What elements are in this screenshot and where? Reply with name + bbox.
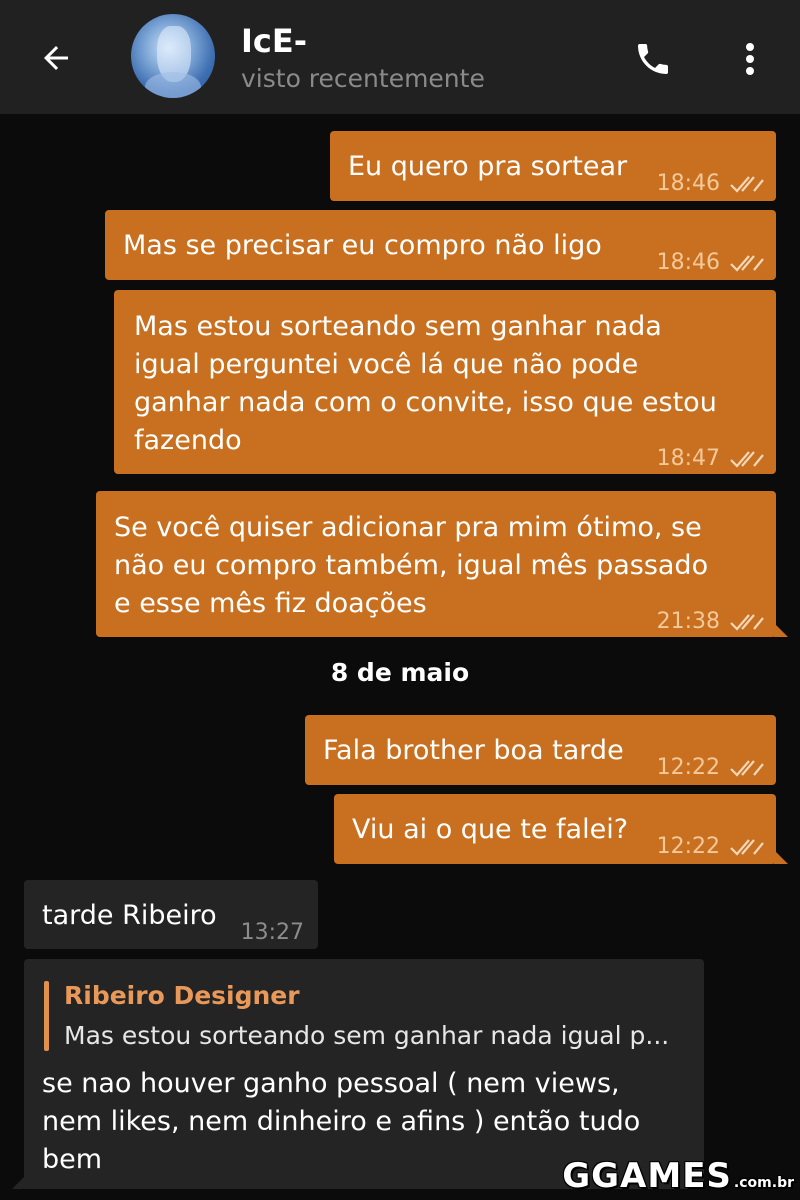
message-time: 13:27: [240, 920, 304, 945]
phone-icon: [638, 44, 668, 74]
message-text-line: nem likes, nem dinheiro e afins ) então …: [42, 1106, 641, 1137]
message-bubble-outgoing[interactable]: Mas estou sorteando sem ganhar nada igua…: [114, 290, 776, 474]
message-text-line: ganhar nada com o convite, isso que esto…: [134, 387, 717, 418]
back-button[interactable]: [34, 36, 78, 80]
message-time: 18:47: [656, 446, 720, 471]
message-bubble-outgoing[interactable]: Viu ai o que te falei? 12:22: [334, 794, 788, 866]
message-text-line: se nao houver ganho pessoal ( nem views,: [42, 1068, 620, 1099]
contact-name[interactable]: IcE-: [241, 22, 307, 60]
message-meta: 21:38: [657, 603, 764, 641]
double-check-icon: [730, 451, 764, 468]
message-text-line: Se você quiser adicionar pra mim ótimo, …: [114, 512, 702, 543]
reply-author[interactable]: Ribeiro Designer: [64, 977, 300, 1015]
message-time: 18:46: [656, 171, 720, 196]
message-bubble-outgoing[interactable]: Mas se precisar eu compro não ligo 18:46: [105, 210, 776, 280]
message-time: 12:22: [656, 834, 720, 859]
double-check-icon: [730, 760, 764, 777]
message-text-line: bem: [42, 1144, 103, 1175]
message-text: Fala brother boa tarde: [323, 735, 624, 766]
watermark-main: GGAMES: [562, 1156, 732, 1196]
message-bubble-outgoing[interactable]: Fala brother boa tarde 12:22: [305, 715, 776, 785]
double-check-icon: [730, 176, 764, 193]
double-check-icon: [730, 614, 764, 631]
message-text-line: Mas estou sorteando sem ganhar nada: [134, 311, 662, 342]
message-meta: 12:22: [657, 828, 764, 866]
date-separator: 8 de maio: [330, 658, 470, 687]
message-meta: 18:46: [657, 244, 764, 282]
message-bubble-incoming[interactable]: Ribeiro Designer Mas estou sorteando sem…: [12, 959, 704, 1189]
arrow-left-icon: [44, 46, 68, 70]
message-text: tarde Ribeiro: [42, 900, 217, 931]
call-button[interactable]: [630, 36, 676, 82]
message-text-line: igual perguntei você lá que não pode: [134, 349, 639, 380]
message-bubble-incoming[interactable]: tarde Ribeiro 13:27: [24, 880, 318, 949]
chat-header: IcE- visto recentemente: [0, 0, 800, 114]
reply-text[interactable]: Mas estou sorteando sem ganhar nada igua…: [64, 1017, 669, 1055]
more-options-button[interactable]: [730, 36, 770, 82]
watermark-suffix: .com.br: [733, 1175, 794, 1191]
watermark-logo: GGAMES .com.br: [562, 1156, 794, 1196]
message-text-line: não eu compro também, igual mês passado: [114, 550, 709, 581]
message-text: Viu ai o que te falei?: [352, 814, 629, 845]
message-list[interactable]: Eu quero pra sortear 18:46 Mas se precis…: [0, 114, 800, 1200]
message-meta: 18:47: [657, 440, 764, 478]
message-time: 12:22: [656, 755, 720, 780]
message-meta: 18:46: [657, 165, 764, 203]
message-bubble-outgoing[interactable]: Se você quiser adicionar pra mim ótimo, …: [96, 491, 788, 637]
message-meta: 13:27: [241, 914, 304, 952]
message-text-line: fazendo: [134, 425, 242, 456]
message-text: Eu quero pra sortear: [348, 151, 628, 182]
avatar[interactable]: [131, 14, 215, 98]
message-bubble-outgoing[interactable]: Eu quero pra sortear 18:46: [330, 131, 776, 201]
reply-quote-bar: [44, 981, 49, 1051]
double-check-icon: [730, 839, 764, 856]
message-time: 18:46: [656, 250, 720, 275]
message-time: 21:38: [656, 609, 720, 634]
more-vert-icon: [746, 43, 754, 75]
message-text-line: e esse mês fiz doações: [114, 588, 427, 619]
contact-status: visto recentemente: [241, 64, 485, 93]
double-check-icon: [730, 255, 764, 272]
message-meta: 12:22: [657, 749, 764, 787]
message-text: Mas se precisar eu compro não ligo: [123, 230, 602, 261]
